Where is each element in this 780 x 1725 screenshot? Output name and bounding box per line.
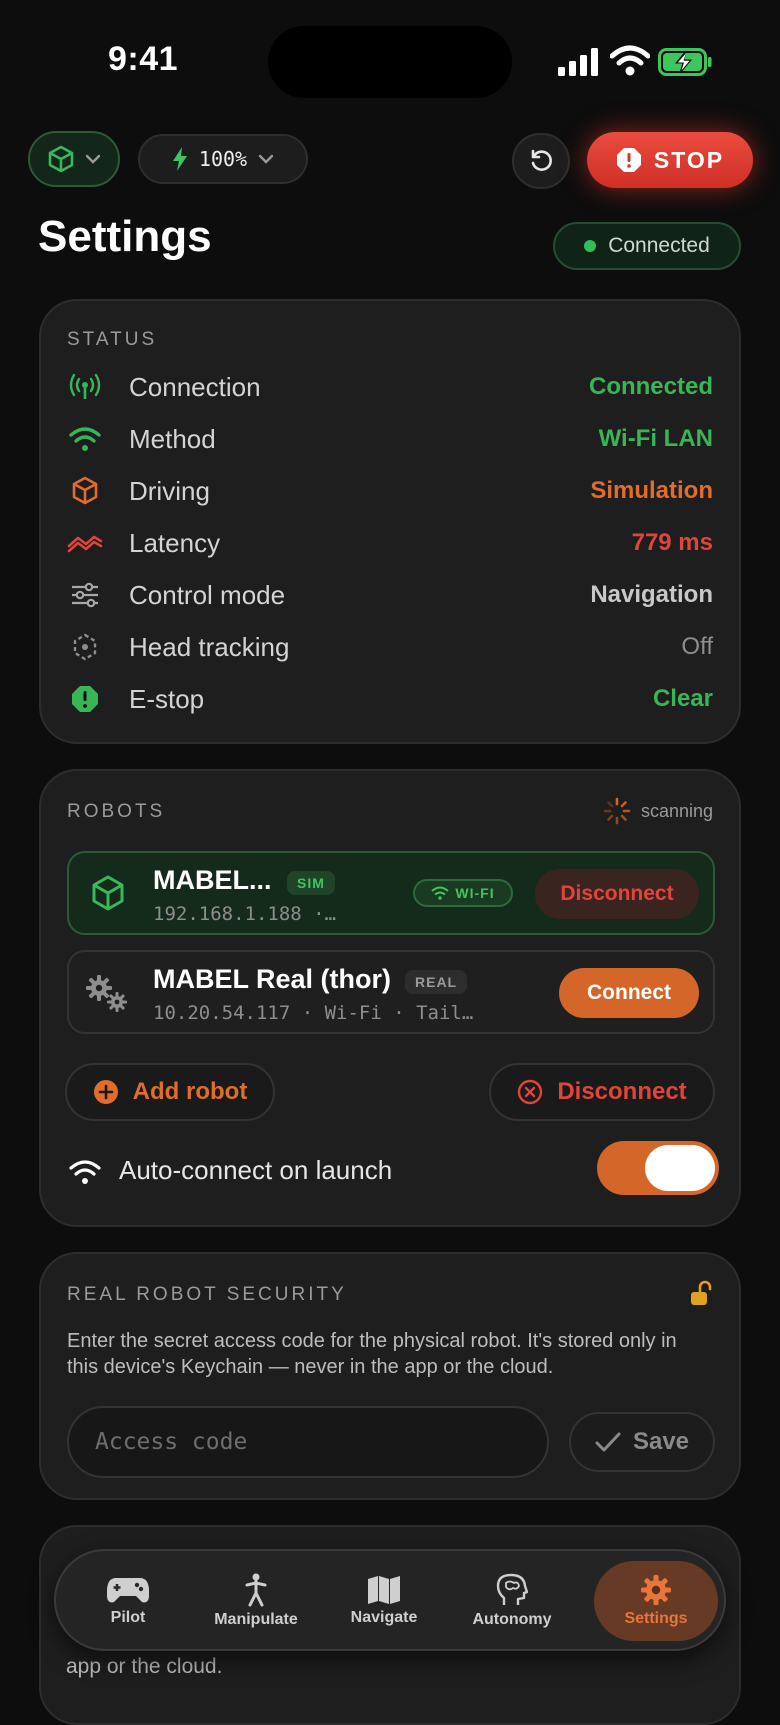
robot-name: MABEL Real (thor) (153, 964, 392, 994)
next-card-text: app or the cloud. (66, 1655, 223, 1678)
tab-navigate[interactable]: Navigate (322, 1551, 446, 1651)
sliders-icon (72, 582, 98, 608)
save-code-button[interactable]: Save (569, 1412, 715, 1472)
cube-icon (92, 875, 124, 911)
tab-manipulate[interactable]: Manipulate (194, 1551, 318, 1651)
cube-icon (48, 145, 74, 173)
checkmark-icon (595, 1432, 621, 1452)
estop-icon (72, 686, 98, 712)
map-icon (368, 1576, 400, 1604)
status-row-driving: Driving Simulation (67, 465, 713, 517)
connection-status-badge: Connected (553, 222, 741, 270)
person-icon (245, 1573, 267, 1607)
robot-name: MABEL... (153, 865, 272, 895)
reset-button[interactable] (512, 133, 570, 189)
disconnect-robot-button[interactable]: Disconnect (535, 869, 699, 919)
page-title: Settings (38, 212, 212, 261)
emergency-stop-button[interactable]: STOP (587, 132, 753, 188)
access-code-input[interactable]: Access code (67, 1406, 549, 1478)
spinner-icon (603, 797, 631, 825)
cellular-signal-icon (558, 48, 598, 76)
head-tracking-icon (73, 633, 97, 661)
auto-connect-label: Auto-connect on launch (119, 1155, 393, 1185)
gear-icon (641, 1575, 671, 1605)
power-value: 100% (198, 147, 248, 171)
latency-icon (67, 535, 103, 553)
sim-tag: SIM (287, 871, 335, 895)
chevron-down-icon (85, 154, 101, 164)
connection-badge-label: Connected (608, 234, 710, 257)
robot-selector[interactable] (28, 131, 120, 187)
chevron-down-icon (258, 154, 274, 164)
status-row-method: Method Wi-Fi LAN (67, 413, 713, 465)
dynamic-island (268, 26, 512, 98)
status-row-connection: Connection Connected (67, 361, 713, 413)
security-description: Enter the secret access code for the phy… (67, 1330, 677, 1378)
status-row-estop: E-stop Clear (67, 673, 713, 725)
add-robot-button[interactable]: Add robot (65, 1063, 275, 1121)
wifi-icon (431, 886, 450, 900)
status-card: STATUS Connection Connected Method Wi-Fi… (39, 299, 741, 744)
security-heading: REAL ROBOT SECURITY (67, 1284, 347, 1305)
toggle-knob (645, 1145, 715, 1191)
plus-circle-icon (93, 1080, 118, 1104)
tab-pilot[interactable]: Pilot (66, 1551, 190, 1651)
robots-heading: ROBOTS (67, 801, 166, 822)
wifi-tag: WI-FI (413, 879, 513, 907)
status-dot (584, 240, 597, 252)
status-row-latency: Latency 779 ms (67, 517, 713, 569)
cube-icon (72, 476, 98, 505)
scanning-label: scanning (640, 800, 713, 821)
wifi-icon (69, 1160, 101, 1184)
wifi-status-icon (610, 45, 650, 76)
auto-connect-toggle[interactable] (597, 1141, 719, 1195)
gamepad-icon (107, 1578, 149, 1603)
robots-card: ROBOTS scanning MABEL... SIM 192.168.1.1… (39, 769, 741, 1227)
reset-icon (531, 149, 552, 171)
unlock-icon (691, 1280, 712, 1305)
tab-autonomy[interactable]: Autonomy (450, 1551, 574, 1651)
scanning-indicator: scanning (603, 797, 713, 825)
robot-row-sim[interactable]: MABEL... SIM 192.168.1.188 ·… WI-FI Disc… (67, 851, 715, 935)
tab-bar: Pilot Manipulate Navigate Autonomy Setti… (54, 1549, 726, 1651)
brain-icon (496, 1573, 528, 1605)
status-bar-time: 9:41 (108, 40, 179, 78)
robot-row-real[interactable]: MABEL Real (thor) REAL 10.20.54.117 · Wi… (67, 950, 715, 1034)
status-row-head-tracking: Head tracking Off (67, 621, 713, 673)
antenna-icon (69, 373, 101, 399)
stop-octagon-icon (616, 148, 641, 172)
real-tag: REAL (405, 970, 468, 994)
x-circle-icon (518, 1079, 543, 1105)
connect-robot-button[interactable]: Connect (559, 968, 699, 1018)
power-selector[interactable]: 100% (138, 134, 308, 184)
battery-charging-icon (658, 48, 712, 76)
lightning-icon (172, 147, 187, 171)
tab-settings[interactable]: Settings (594, 1561, 718, 1641)
stop-label: STOP (653, 146, 725, 173)
security-card: REAL ROBOT SECURITY Enter the secret acc… (39, 1252, 741, 1500)
gears-icon (86, 975, 127, 1012)
status-row-control-mode: Control mode Navigation (67, 569, 713, 621)
robot-address: 10.20.54.117 · Wi-Fi · Tail… (153, 1002, 474, 1024)
robot-address: 192.168.1.188 ·… (153, 903, 337, 925)
disconnect-all-button[interactable]: Disconnect (489, 1063, 715, 1121)
wifi-icon (69, 427, 101, 451)
status-heading: STATUS (67, 329, 158, 350)
